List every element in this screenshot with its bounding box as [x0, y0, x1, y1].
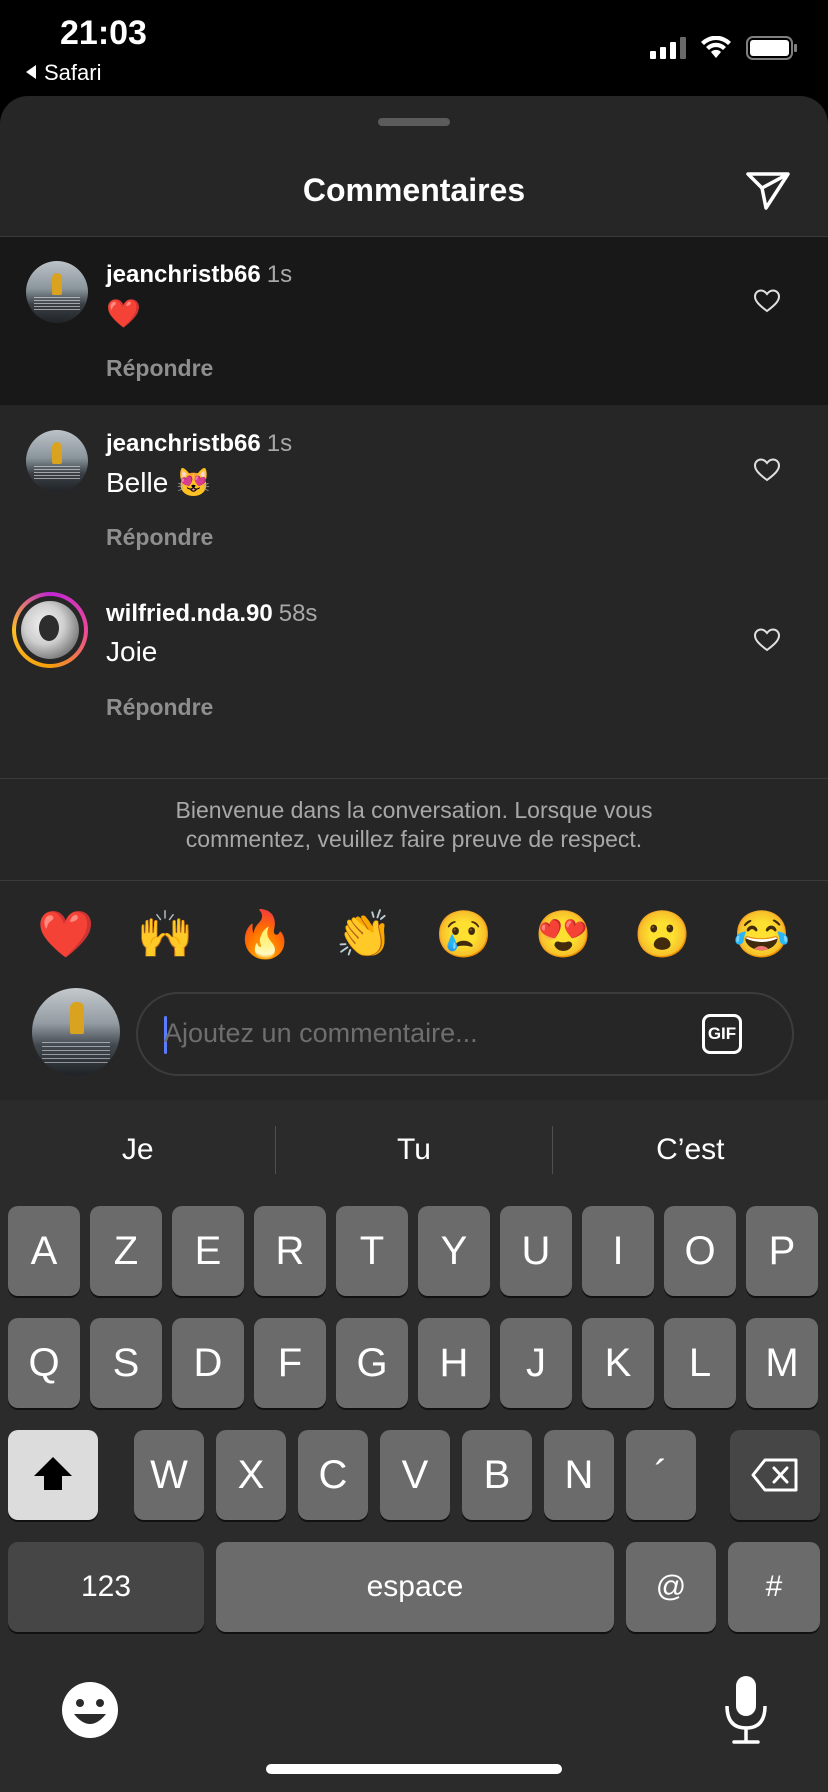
key-e[interactable]: E — [172, 1206, 244, 1296]
welcome-line-1: Bienvenue dans la conversation. Lorsque … — [175, 797, 653, 823]
comment-text: Joie — [106, 636, 158, 667]
key-acute-accent[interactable]: ´ — [626, 1430, 696, 1520]
key-i[interactable]: I — [582, 1206, 654, 1296]
key-a[interactable]: A — [8, 1206, 80, 1296]
smiley-icon — [62, 1682, 118, 1738]
shift-key[interactable] — [8, 1430, 98, 1520]
key-f[interactable]: F — [254, 1318, 326, 1408]
shift-arrow-icon — [34, 1457, 72, 1490]
back-triangle-icon — [24, 60, 38, 86]
heart-icon[interactable] — [753, 289, 781, 313]
key-x[interactable]: X — [216, 1430, 286, 1520]
avatar[interactable] — [26, 430, 88, 492]
comment-timestamp: 1s — [266, 430, 293, 457]
microphone-icon — [725, 1676, 767, 1744]
comment-timestamp: 1s — [266, 261, 293, 288]
comment-username[interactable]: jeanchristb66 — [106, 430, 261, 457]
comment-username[interactable]: jeanchristb66 — [106, 261, 261, 288]
reaction-laughing[interactable]: 😂 — [730, 902, 794, 972]
reaction-bar: ❤️ 🙌 🔥 👏 😢 😍 😮 😂 — [0, 902, 828, 972]
reaction-fire[interactable]: 🔥 — [233, 902, 297, 972]
wifi-icon — [700, 35, 732, 65]
key-h[interactable]: H — [418, 1318, 490, 1408]
predictive-bar: Je Tu C’est — [0, 1100, 828, 1200]
battery-icon — [746, 36, 798, 65]
suggestion-1[interactable]: Je — [0, 1100, 275, 1200]
numbers-key[interactable]: 123 — [8, 1542, 204, 1632]
back-to-safari-button[interactable]: Safari — [24, 60, 101, 86]
share-button[interactable] — [744, 168, 792, 212]
key-w[interactable]: W — [134, 1430, 204, 1520]
welcome-message: Bienvenue dans la conversation. Lorsque … — [0, 796, 828, 854]
key-v[interactable]: V — [380, 1430, 450, 1520]
key-p[interactable]: P — [746, 1206, 818, 1296]
key-b[interactable]: B — [462, 1430, 532, 1520]
suggestion-3[interactable]: C’est — [553, 1100, 828, 1200]
key-c[interactable]: C — [298, 1430, 368, 1520]
delete-key[interactable] — [730, 1430, 820, 1520]
comment-input[interactable]: Ajoutez un commentaire... GIF — [136, 992, 794, 1076]
key-l[interactable]: L — [664, 1318, 736, 1408]
key-g[interactable]: G — [336, 1318, 408, 1408]
cellular-signal-icon — [650, 37, 686, 64]
keyboard: Je Tu C’est A Z E R T Y U I O P Q S D F … — [0, 1100, 828, 1792]
status-bar: 21:03 Safari — [0, 0, 828, 96]
reaction-crying[interactable]: 😢 — [432, 902, 496, 972]
hash-key[interactable]: # — [728, 1542, 820, 1632]
reply-button[interactable]: Répondre — [106, 355, 213, 382]
comment-text: Belle 😻 — [106, 467, 211, 498]
heart-icon[interactable] — [753, 458, 781, 482]
key-u[interactable]: U — [500, 1206, 572, 1296]
comment-text: ❤️ — [106, 298, 141, 329]
comment-item: jeanchristb66 1s Belle 😻 Répondre — [0, 406, 828, 574]
story-ring-avatar[interactable] — [12, 592, 88, 668]
reaction-heart-eyes[interactable]: 😍 — [531, 902, 595, 972]
key-r[interactable]: R — [254, 1206, 326, 1296]
key-j[interactable]: J — [500, 1318, 572, 1408]
reaction-surprised[interactable]: 😮 — [631, 902, 695, 972]
emoji-keyboard-button[interactable] — [58, 1678, 122, 1742]
avatar[interactable] — [26, 261, 88, 323]
my-avatar — [32, 988, 120, 1076]
reaction-raised-hands[interactable]: 🙌 — [133, 902, 197, 972]
key-y[interactable]: Y — [418, 1206, 490, 1296]
comment-item: wilfried.nda.90 58s Joie Répondre — [0, 576, 828, 744]
reply-button[interactable]: Répondre — [106, 694, 213, 721]
key-t[interactable]: T — [336, 1206, 408, 1296]
key-n[interactable]: N — [544, 1430, 614, 1520]
dictation-button[interactable] — [722, 1674, 770, 1746]
comment-username[interactable]: wilfried.nda.90 — [106, 600, 273, 627]
reaction-clap[interactable]: 👏 — [332, 902, 396, 972]
comment-composer: Ajoutez un commentaire... GIF — [0, 976, 828, 1096]
reaction-divider — [0, 880, 828, 881]
back-app-label: Safari — [44, 60, 102, 85]
heart-icon[interactable] — [753, 628, 781, 652]
key-z[interactable]: Z — [90, 1206, 162, 1296]
home-indicator[interactable] — [266, 1764, 562, 1774]
welcome-line-2: commentez, veuillez faire preuve de resp… — [185, 826, 643, 852]
at-key[interactable]: @ — [626, 1542, 716, 1632]
sheet-grabber[interactable] — [378, 118, 450, 126]
comment-timestamp: 58s — [278, 600, 318, 627]
key-q[interactable]: Q — [8, 1318, 80, 1408]
key-d[interactable]: D — [172, 1318, 244, 1408]
reply-button[interactable]: Répondre — [106, 524, 213, 551]
comments-sheet: Commentaires jeanchristb66 1s ❤️ Répondre… — [0, 96, 828, 1100]
sheet-title: Commentaires — [302, 172, 526, 208]
welcome-divider — [0, 778, 828, 779]
send-icon — [746, 172, 790, 210]
gif-button[interactable]: GIF — [702, 1014, 742, 1054]
status-time: 21:03 — [60, 14, 147, 52]
reaction-heart[interactable]: ❤️ — [34, 902, 98, 972]
key-o[interactable]: O — [664, 1206, 736, 1296]
suggestion-2[interactable]: Tu — [276, 1100, 551, 1200]
backspace-icon — [751, 1458, 798, 1492]
key-k[interactable]: K — [582, 1318, 654, 1408]
key-s[interactable]: S — [90, 1318, 162, 1408]
space-key[interactable]: espace — [216, 1542, 614, 1632]
status-icons — [650, 35, 798, 65]
comment-input-placeholder: Ajoutez un commentaire... — [164, 1018, 478, 1048]
comment-item: jeanchristb66 1s ❤️ Répondre — [0, 237, 828, 405]
key-m[interactable]: M — [746, 1318, 818, 1408]
